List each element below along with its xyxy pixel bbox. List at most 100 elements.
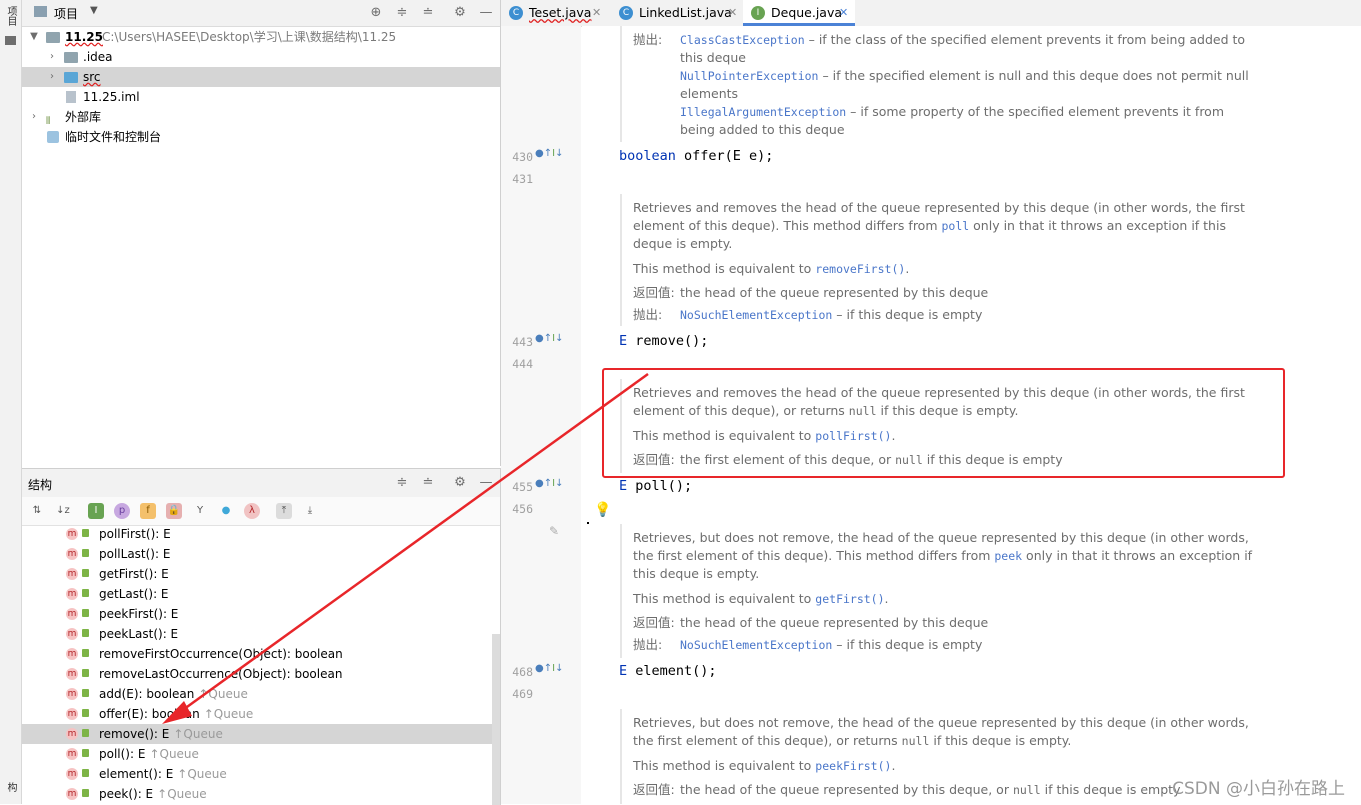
method-icon: m (66, 748, 78, 760)
tree-item-iml[interactable]: 11.25.iml (22, 87, 500, 107)
editor-gutter: 430 ●↑I↓ 431 443 ●↑I↓ 444 455 ●↑I↓ 456 ✎… (501, 26, 581, 804)
structure-tool-tab[interactable]: 构 (2, 782, 18, 792)
implementations-icon[interactable]: ●↑I↓ (535, 663, 569, 674)
code-line-remove[interactable]: E remove(); (619, 333, 708, 349)
structure-member-row[interactable]: m getLast(): E (22, 584, 492, 604)
show-properties-icon[interactable]: p (114, 503, 130, 519)
tree-item-project-root[interactable]: ▼ 11.25 C:\Users\HASEE\Desktop\学习\上课\数据结… (22, 27, 500, 47)
sort-alphabetically-icon[interactable]: ↓z (55, 503, 71, 519)
member-label: add(E): boolean ↑Queue (99, 687, 248, 701)
scratches-icon (47, 131, 59, 143)
structure-member-row[interactable]: m poll(): E ↑Queue (22, 744, 492, 764)
member-label: removeLastOccurrence(Object): boolean (99, 667, 343, 681)
chevron-right-icon[interactable]: › (28, 107, 40, 127)
javadoc-remove: Retrieves and removes the head of the qu… (582, 194, 1342, 326)
show-non-public-icon[interactable]: 🔒 (166, 503, 182, 519)
locate-icon[interactable]: ⊕ (368, 5, 384, 21)
inherited-from: ↑Queue (198, 687, 248, 701)
expand-all-icon[interactable]: ≑ (394, 5, 410, 21)
structure-member-row[interactable]: m offer(E): boolean ↑Queue (22, 704, 492, 724)
inherited-from: ↑Queue (203, 707, 254, 721)
tab-linkedlist-java[interactable]: C LinkedList.java ✕ (611, 0, 749, 26)
chevron-down-icon[interactable]: ▼ (90, 5, 98, 16)
tab-deque-java[interactable]: I Deque.java ✕ (743, 0, 855, 26)
throws-item: NullPointerException – if the specified … (680, 68, 1249, 101)
structure-member-row[interactable]: m pollLast(): E (22, 544, 492, 564)
structure-member-row[interactable]: m peekLast(): E (22, 624, 492, 644)
structure-member-row[interactable]: m removeFirstOccurrence(Object): boolean (22, 644, 492, 664)
structure-member-row[interactable]: m remove(): E ↑Queue (22, 724, 492, 744)
member-label: removeFirstOccurrence(Object): boolean (99, 647, 343, 661)
implementations-icon[interactable]: ●↑I↓ (535, 478, 569, 489)
close-icon[interactable]: ✕ (839, 0, 848, 26)
close-icon[interactable]: ✕ (592, 0, 601, 26)
tree-item-label: 外部库 (65, 110, 102, 124)
autoscroll-to-source-icon[interactable]: ⤒ (276, 503, 292, 519)
project-panel-title[interactable]: 项目 (54, 5, 78, 22)
public-access-icon (82, 529, 89, 537)
doc-paragraph: This method is equivalent to peekFirst()… (633, 758, 896, 773)
chevron-right-icon[interactable]: › (46, 47, 58, 67)
show-inherited-icon[interactable]: I (88, 503, 104, 519)
member-label: offer(E): boolean ↑Queue (99, 707, 254, 721)
autoscroll-from-source-icon[interactable]: ⤓ (302, 503, 318, 519)
structure-toolbar: ⇅ ↓z I p f 🔒 Y ● λ ⤒ ⤓ (22, 497, 500, 526)
code-line-poll[interactable]: E poll(); (619, 478, 692, 494)
show-fields-icon[interactable]: f (140, 503, 156, 519)
tree-item-external-libraries[interactable]: › ⫴ 外部库 (22, 107, 500, 127)
project-panel: 项目 ▼ ⊕ ≑ ≐ ⚙ — ▼ 11.25 C:\Users\HASEE\De… (22, 0, 501, 466)
line-number: 431 (512, 172, 533, 186)
scrollbar-thumb[interactable] (492, 634, 500, 805)
gear-icon[interactable]: ⚙ (452, 475, 468, 491)
structure-member-row[interactable]: m peek(): E ↑Queue (22, 784, 492, 804)
module-folder-icon (46, 32, 60, 43)
member-label: pollLast(): E (99, 547, 171, 561)
tree-item-scratches[interactable]: 临时文件和控制台 (22, 127, 500, 147)
collapse-all-icon[interactable]: ≐ (420, 5, 436, 21)
file-icon (66, 91, 76, 103)
structure-member-row[interactable]: m element(): E ↑Queue (22, 764, 492, 784)
tab-teset-java[interactable]: C Teset.java ✕ (501, 0, 611, 26)
show-lambdas-icon[interactable]: ● (218, 503, 234, 519)
editor-tab-bar: C Teset.java ✕ C LinkedList.java ✕ I Deq… (501, 0, 1361, 27)
structure-panel: 结构 ≑ ≐ ⚙ — ⇅ ↓z I p f 🔒 Y ● λ ⤒ ⤓ m pollF… (22, 468, 501, 805)
structure-member-row[interactable]: m getFirst(): E (22, 564, 492, 584)
chevron-down-icon[interactable]: ▼ (28, 27, 40, 47)
member-label: getFirst(): E (99, 567, 169, 581)
return-value: the head of the queue represented by thi… (680, 285, 989, 300)
public-access-icon (82, 689, 89, 697)
structure-member-row[interactable]: m add(E): boolean ↑Queue (22, 684, 492, 704)
structure-member-row[interactable]: m peekFirst(): E (22, 604, 492, 624)
expand-all-icon[interactable]: ≑ (394, 475, 410, 491)
lambda-icon[interactable]: λ (244, 503, 260, 519)
lightbulb-icon[interactable]: 💡 (594, 502, 611, 518)
tree-item-idea[interactable]: › .idea (22, 47, 500, 67)
class-icon: C (619, 6, 633, 20)
tree-item-src[interactable]: › src (22, 67, 500, 87)
edit-doc-icon[interactable]: ✎ (549, 524, 583, 538)
sort-by-type-icon[interactable]: ⇅ (29, 503, 45, 519)
method-icon: m (66, 648, 78, 660)
tree-item-label: .idea (83, 50, 113, 64)
implementations-icon[interactable]: ●↑I↓ (535, 333, 569, 344)
javadoc-element: Retrieves, but does not remove, the head… (582, 524, 1342, 658)
member-label: peek(): E ↑Queue (99, 787, 207, 801)
show-anonymous-icon[interactable]: Y (192, 503, 208, 519)
minimize-icon[interactable]: — (478, 475, 494, 491)
throws-item: ClassCastException – if the class of the… (680, 32, 1246, 65)
throws-item: NoSuchElementException – if this deque i… (680, 307, 983, 322)
method-icon: m (66, 588, 78, 600)
minimize-icon[interactable]: — (478, 5, 494, 21)
implementations-icon[interactable]: ●↑I↓ (535, 148, 569, 159)
code-line-element[interactable]: E element(); (619, 663, 717, 679)
gear-icon[interactable]: ⚙ (452, 5, 468, 21)
close-icon[interactable]: ✕ (728, 0, 737, 26)
chevron-right-icon[interactable]: › (46, 67, 58, 87)
structure-member-row[interactable]: m pollFirst(): E (22, 524, 492, 544)
inherited-from: ↑Queue (157, 787, 207, 801)
doc-paragraph: Retrieves, but does not remove, the head… (633, 530, 1253, 581)
collapse-all-icon[interactable]: ≐ (420, 475, 436, 491)
code-line-offer[interactable]: boolean offer(E e); (619, 148, 773, 164)
structure-member-row[interactable]: m removeLastOccurrence(Object): boolean (22, 664, 492, 684)
project-tool-tab[interactable]: 项目 (2, 6, 18, 26)
